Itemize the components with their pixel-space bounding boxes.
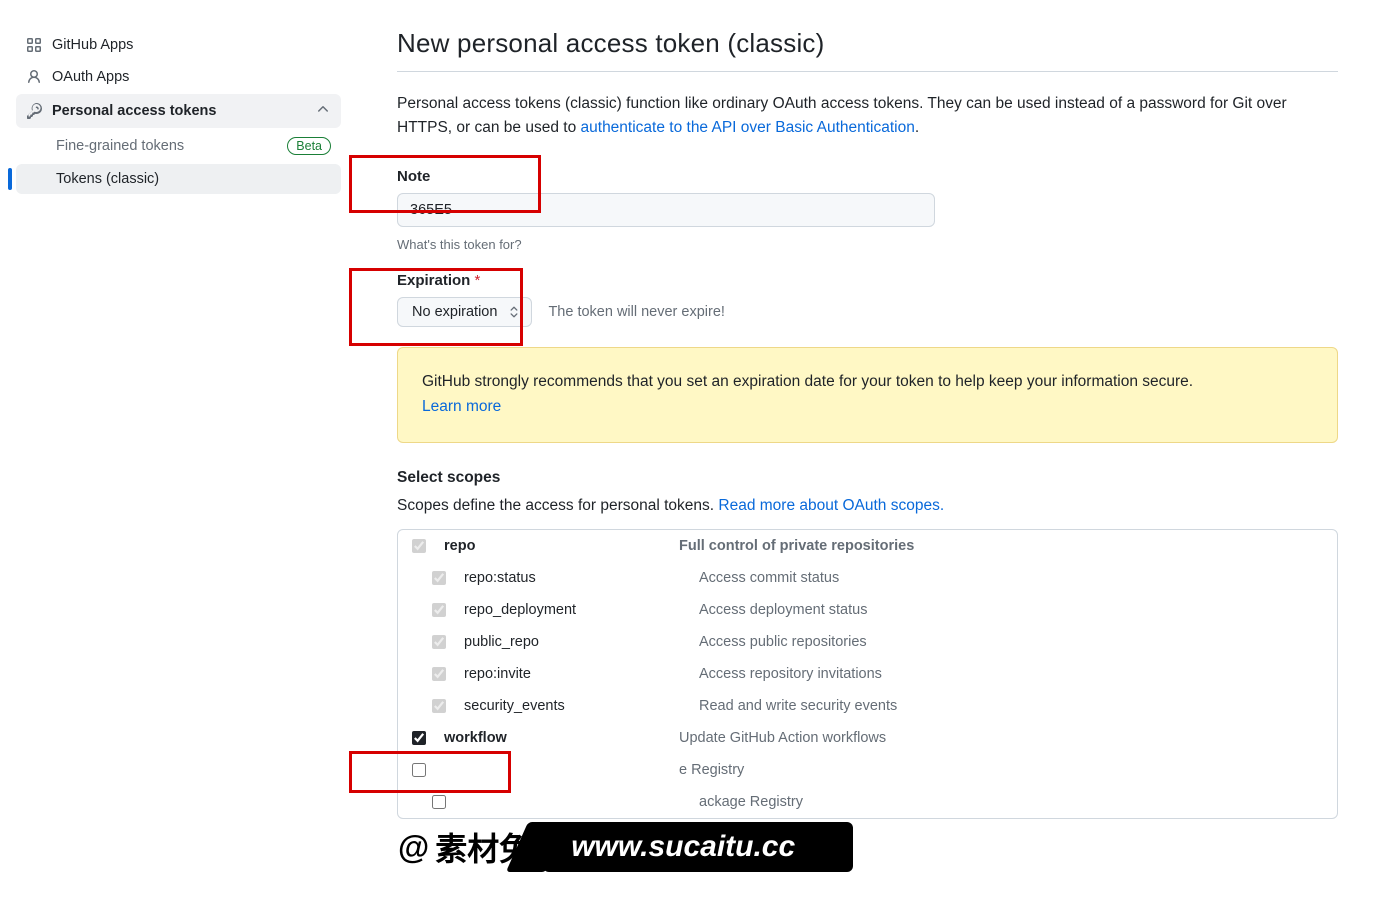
scope-checkbox[interactable] [432,571,446,585]
select-arrows-icon [507,305,521,319]
sidebar-subitem-tokens-classic[interactable]: Tokens (classic) [16,164,341,194]
scopes-table: repo Full control of private repositorie… [397,529,1338,819]
settings-sidebar: GitHub Apps OAuth Apps Personal access t… [0,0,349,917]
scope-checkbox[interactable] [432,699,446,713]
scope-checkbox[interactable] [432,635,446,649]
sidebar-sublist: Fine-grained tokens Beta Tokens (classic… [8,130,349,194]
basic-auth-link[interactable]: authenticate to the API over Basic Authe… [581,119,915,136]
scope-row-public-repo: public_repo Access public repositories [398,626,1337,658]
scope-checkbox[interactable] [432,603,446,617]
scope-checkbox-repo[interactable] [412,539,426,553]
chevron-up-icon [315,101,331,121]
scope-checkbox[interactable] [432,667,446,681]
scope-row-repo-status: repo:status Access commit status [398,562,1337,594]
sidebar-item-github-apps[interactable]: GitHub Apps [16,30,341,60]
scope-row-packages: e Registry [398,754,1337,786]
key-icon [26,103,42,119]
intro-text: Personal access tokens (classic) functio… [397,92,1338,140]
scopes-learn-link[interactable]: Read more about OAuth scopes. [718,497,944,514]
apps-icon [26,37,42,53]
expiration-select[interactable]: No expiration [397,297,532,327]
page-title: New personal access token (classic) [397,28,1338,72]
expiration-label: Expiration * [397,272,1338,289]
sidebar-item-personal-access-tokens[interactable]: Personal access tokens [16,94,341,128]
scope-row-repo: repo Full control of private repositorie… [398,530,1337,562]
note-label: Note [397,168,1338,185]
scope-checkbox-workflow[interactable] [412,731,426,745]
note-input[interactable] [397,193,935,227]
sidebar-subitem-label: Fine-grained tokens [56,138,184,154]
sidebar-item-label: OAuth Apps [52,69,129,85]
sidebar-subitem-fine-grained[interactable]: Fine-grained tokens Beta [16,130,341,162]
scope-row-packages-child: ackage Registry [398,786,1337,818]
expiration-hint: The token will never expire! [548,304,725,320]
expiration-group: Expiration * No expiration The token wil… [397,272,1338,327]
scope-row-repo-deployment: repo_deployment Access deployment status [398,594,1337,626]
note-helper: What's this token for? [397,237,1338,252]
beta-badge: Beta [287,137,331,155]
scope-checkbox-packages[interactable] [412,763,426,777]
sidebar-item-label: Personal access tokens [52,103,216,119]
sidebar-item-label: GitHub Apps [52,37,133,53]
sidebar-item-oauth-apps[interactable]: OAuth Apps [16,62,341,92]
note-group: Note What's this token for? [397,168,1338,252]
expiration-value: No expiration [412,304,497,320]
main-content: New personal access token (classic) Pers… [349,0,1386,917]
scopes-heading: Select scopes [397,469,1338,487]
scope-row-repo-invite: repo:invite Access repository invitation… [398,658,1337,690]
scope-row-security-events: security_events Read and write security … [398,690,1337,722]
sidebar-subitem-label: Tokens (classic) [56,171,159,187]
warning-learn-more-link[interactable]: Learn more [422,398,501,415]
scope-checkbox[interactable] [432,795,446,809]
expiration-warning: GitHub strongly recommends that you set … [397,347,1338,443]
scopes-subtext: Scopes define the access for personal to… [397,497,1338,515]
scope-row-workflow: workflow Update GitHub Action workflows [398,722,1337,754]
person-icon [26,69,42,85]
